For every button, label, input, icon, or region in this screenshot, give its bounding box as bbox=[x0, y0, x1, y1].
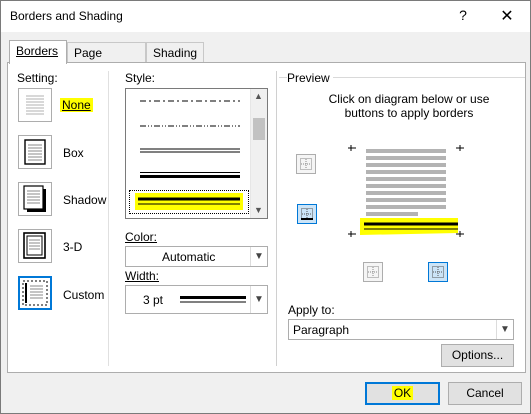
style-selection-highlight bbox=[135, 193, 243, 210]
color-combo[interactable]: Automatic ▼ bbox=[125, 246, 268, 267]
setting-box-icon[interactable] bbox=[18, 135, 52, 169]
preview-diagram[interactable] bbox=[348, 145, 466, 241]
close-button[interactable]: ✕ bbox=[497, 6, 517, 26]
style-double[interactable] bbox=[140, 148, 240, 154]
right-border-button[interactable] bbox=[428, 262, 448, 282]
preview-instructions: Click on diagram below or use buttons to… bbox=[328, 92, 490, 120]
tab-page-border[interactable]: Page Border bbox=[67, 42, 146, 74]
setting-label: Setting: bbox=[17, 71, 58, 85]
style-selection bbox=[129, 190, 249, 214]
options-button[interactable]: Options... bbox=[441, 344, 514, 367]
preview-divider bbox=[276, 71, 277, 366]
style-listbox[interactable]: ▲ ▼ bbox=[125, 88, 268, 219]
color-value: Automatic bbox=[162, 250, 216, 264]
setting-shadow-icon[interactable] bbox=[18, 182, 52, 216]
ok-button-label: OK bbox=[391, 386, 414, 400]
setting-box-label[interactable]: Box bbox=[63, 146, 84, 160]
setting-none-icon[interactable] bbox=[18, 88, 52, 122]
apply-to-label: Apply to: bbox=[288, 303, 335, 317]
width-label-text: Width: bbox=[125, 269, 160, 283]
setting-3d-label[interactable]: 3-D bbox=[63, 240, 82, 254]
dialog-title: Borders and Shading bbox=[10, 9, 123, 23]
setting-divider bbox=[108, 71, 109, 366]
bottom-border-icon bbox=[301, 208, 313, 220]
chevron-down-icon[interactable]: ▼ bbox=[496, 320, 513, 339]
color-label: Color: bbox=[125, 230, 157, 244]
right-border-icon bbox=[432, 266, 444, 278]
width-label: Width: bbox=[125, 269, 159, 283]
setting-custom-icon[interactable] bbox=[18, 276, 52, 310]
style-thick-thin[interactable] bbox=[140, 171, 240, 179]
left-border-icon bbox=[367, 266, 379, 278]
width-sample-line bbox=[180, 296, 246, 303]
apply-to-value: Paragraph bbox=[293, 323, 350, 337]
scroll-thumb[interactable] bbox=[253, 118, 265, 140]
style-label: Style: bbox=[125, 71, 156, 85]
top-border-icon bbox=[300, 158, 312, 170]
setting-none-text: None bbox=[60, 98, 93, 112]
tab-borders[interactable]: Borders bbox=[9, 40, 67, 64]
left-border-button[interactable] bbox=[363, 262, 383, 282]
chevron-down-icon[interactable]: ▼ bbox=[250, 247, 267, 266]
tab-shading[interactable]: Shading bbox=[146, 42, 204, 63]
preview-label: Preview bbox=[287, 71, 333, 85]
color-label-text: Color: bbox=[125, 230, 158, 244]
scroll-down-icon[interactable]: ▼ bbox=[254, 205, 263, 215]
width-value: 3 pt bbox=[143, 293, 164, 307]
style-dash-dot[interactable] bbox=[140, 99, 240, 103]
setting-3d-icon[interactable] bbox=[18, 229, 52, 263]
bottom-border-button[interactable] bbox=[297, 204, 317, 224]
scroll-up-icon[interactable]: ▲ bbox=[254, 91, 263, 101]
style-dash-dot-dot[interactable] bbox=[140, 124, 240, 128]
chevron-down-icon[interactable]: ▼ bbox=[250, 286, 267, 313]
style-scrollbar[interactable]: ▲ ▼ bbox=[250, 89, 267, 218]
width-combo[interactable]: 3 pt ▼ bbox=[125, 285, 268, 314]
cancel-button[interactable]: Cancel bbox=[448, 382, 522, 405]
help-button[interactable]: ? bbox=[453, 7, 473, 27]
top-border-button[interactable] bbox=[296, 154, 316, 174]
setting-shadow-label[interactable]: Shadow bbox=[63, 193, 106, 207]
setting-custom-label[interactable]: Custom bbox=[63, 288, 104, 302]
title-bar: Borders and Shading ? ✕ bbox=[1, 1, 530, 32]
ok-button[interactable]: OK bbox=[365, 382, 440, 405]
tab-shading-label: Shading bbox=[153, 46, 198, 60]
apply-to-combo[interactable]: Paragraph ▼ bbox=[288, 319, 514, 340]
setting-none-label[interactable]: None bbox=[60, 98, 93, 112]
borders-panel: Setting: None Box Shadow 3-D Custom Styl… bbox=[7, 62, 526, 373]
borders-shading-dialog: Borders and Shading ? ✕ Borders Page Bor… bbox=[0, 0, 531, 414]
tab-borders-label: Borders bbox=[16, 44, 59, 58]
